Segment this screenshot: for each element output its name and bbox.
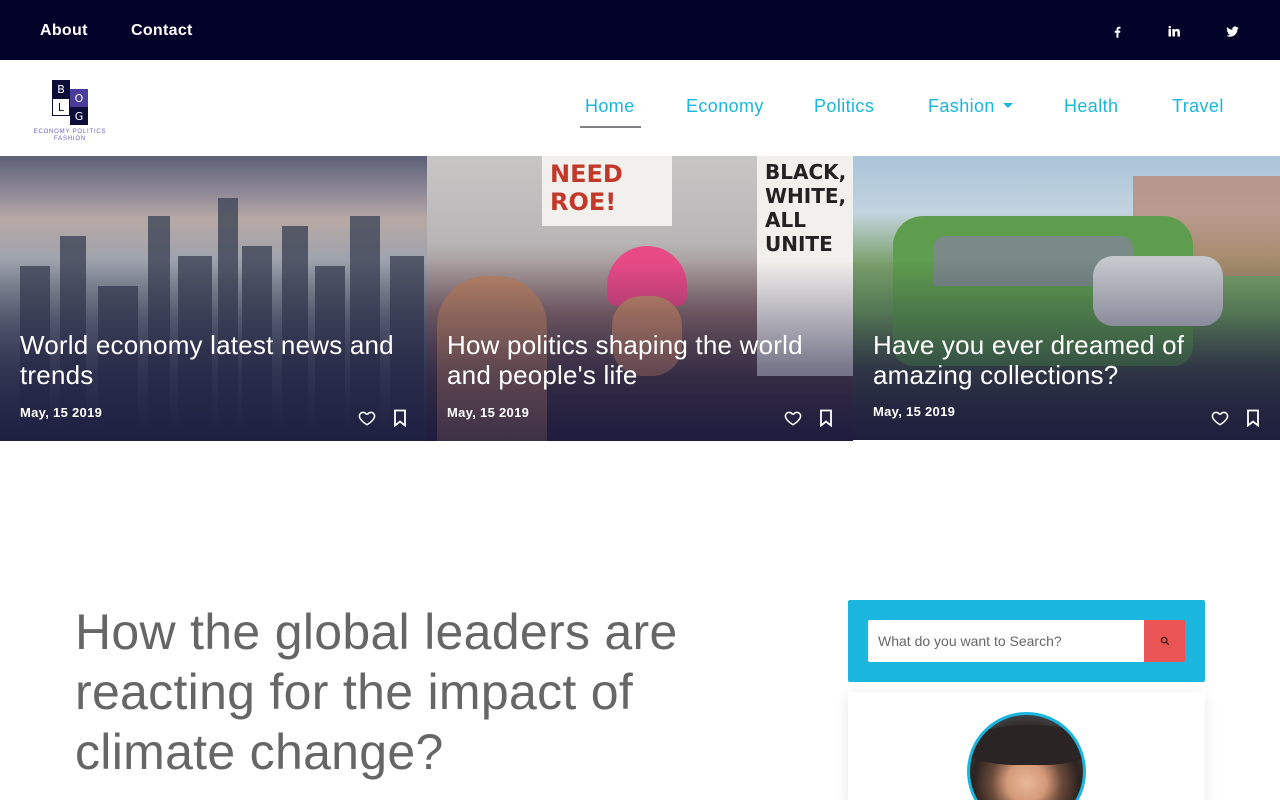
contact-link[interactable]: Contact: [131, 22, 193, 40]
nav-economy[interactable]: Economy: [686, 96, 764, 117]
nav-politics[interactable]: Politics: [814, 96, 874, 117]
protest-sign: NEED ROE!: [542, 156, 672, 226]
logo-letter: O: [70, 89, 88, 107]
nav-travel[interactable]: Travel: [1172, 96, 1224, 117]
nav-health[interactable]: Health: [1064, 96, 1118, 117]
heart-icon[interactable]: [1211, 409, 1229, 427]
author-profile-card: [848, 692, 1205, 800]
bookmark-icon[interactable]: [393, 409, 407, 427]
nav-fashion-label: Fashion: [928, 96, 995, 116]
nav-fashion-dropdown[interactable]: Fashion: [928, 96, 1013, 117]
bookmark-icon[interactable]: [819, 409, 833, 427]
featured-card-economy[interactable]: World economy latest news and trends May…: [0, 156, 427, 441]
search-widget: [848, 600, 1205, 682]
logo-letter: B: [52, 80, 70, 98]
author-avatar[interactable]: [967, 712, 1086, 800]
site-header: B O L G ECONOMY POLITICS FASHION Home Ec…: [0, 60, 1280, 156]
about-link[interactable]: About: [40, 22, 88, 40]
card-title[interactable]: Have you ever dreamed of amazing collect…: [873, 330, 1263, 390]
card-title[interactable]: How politics shaping the world and peopl…: [447, 330, 837, 390]
card-date: May, 15 2019: [20, 405, 103, 420]
heart-icon[interactable]: [358, 409, 376, 427]
nav-home[interactable]: Home: [585, 96, 635, 117]
logo-letter: L: [52, 98, 70, 116]
nav-active-indicator: [580, 126, 641, 128]
caret-down-icon: [1002, 102, 1013, 108]
card-title[interactable]: World economy latest news and trends: [20, 330, 410, 390]
twitter-icon[interactable]: [1223, 22, 1241, 40]
search-button[interactable]: [1144, 620, 1185, 662]
facebook-icon[interactable]: [1108, 22, 1126, 40]
article-headline[interactable]: How the global leaders are reacting for …: [75, 602, 715, 782]
top-bar: About Contact: [0, 0, 1280, 60]
card-date: May, 15 2019: [447, 405, 530, 420]
featured-card-politics[interactable]: NEED ROE! BLACK, WHITE, ALL UNITE How po…: [427, 156, 853, 441]
search-input[interactable]: [868, 620, 1144, 662]
logo-letter: G: [70, 107, 88, 125]
site-logo[interactable]: B O L G ECONOMY POLITICS FASHION: [30, 80, 110, 142]
featured-card-collections[interactable]: Have you ever dreamed of amazing collect…: [853, 156, 1280, 440]
heart-icon[interactable]: [784, 409, 802, 427]
search-icon: [1160, 636, 1169, 646]
linkedin-icon[interactable]: [1164, 22, 1182, 40]
card-date: May, 15 2019: [873, 404, 956, 419]
bookmark-icon[interactable]: [1246, 409, 1260, 427]
logo-tagline: ECONOMY POLITICS FASHION: [33, 129, 107, 142]
